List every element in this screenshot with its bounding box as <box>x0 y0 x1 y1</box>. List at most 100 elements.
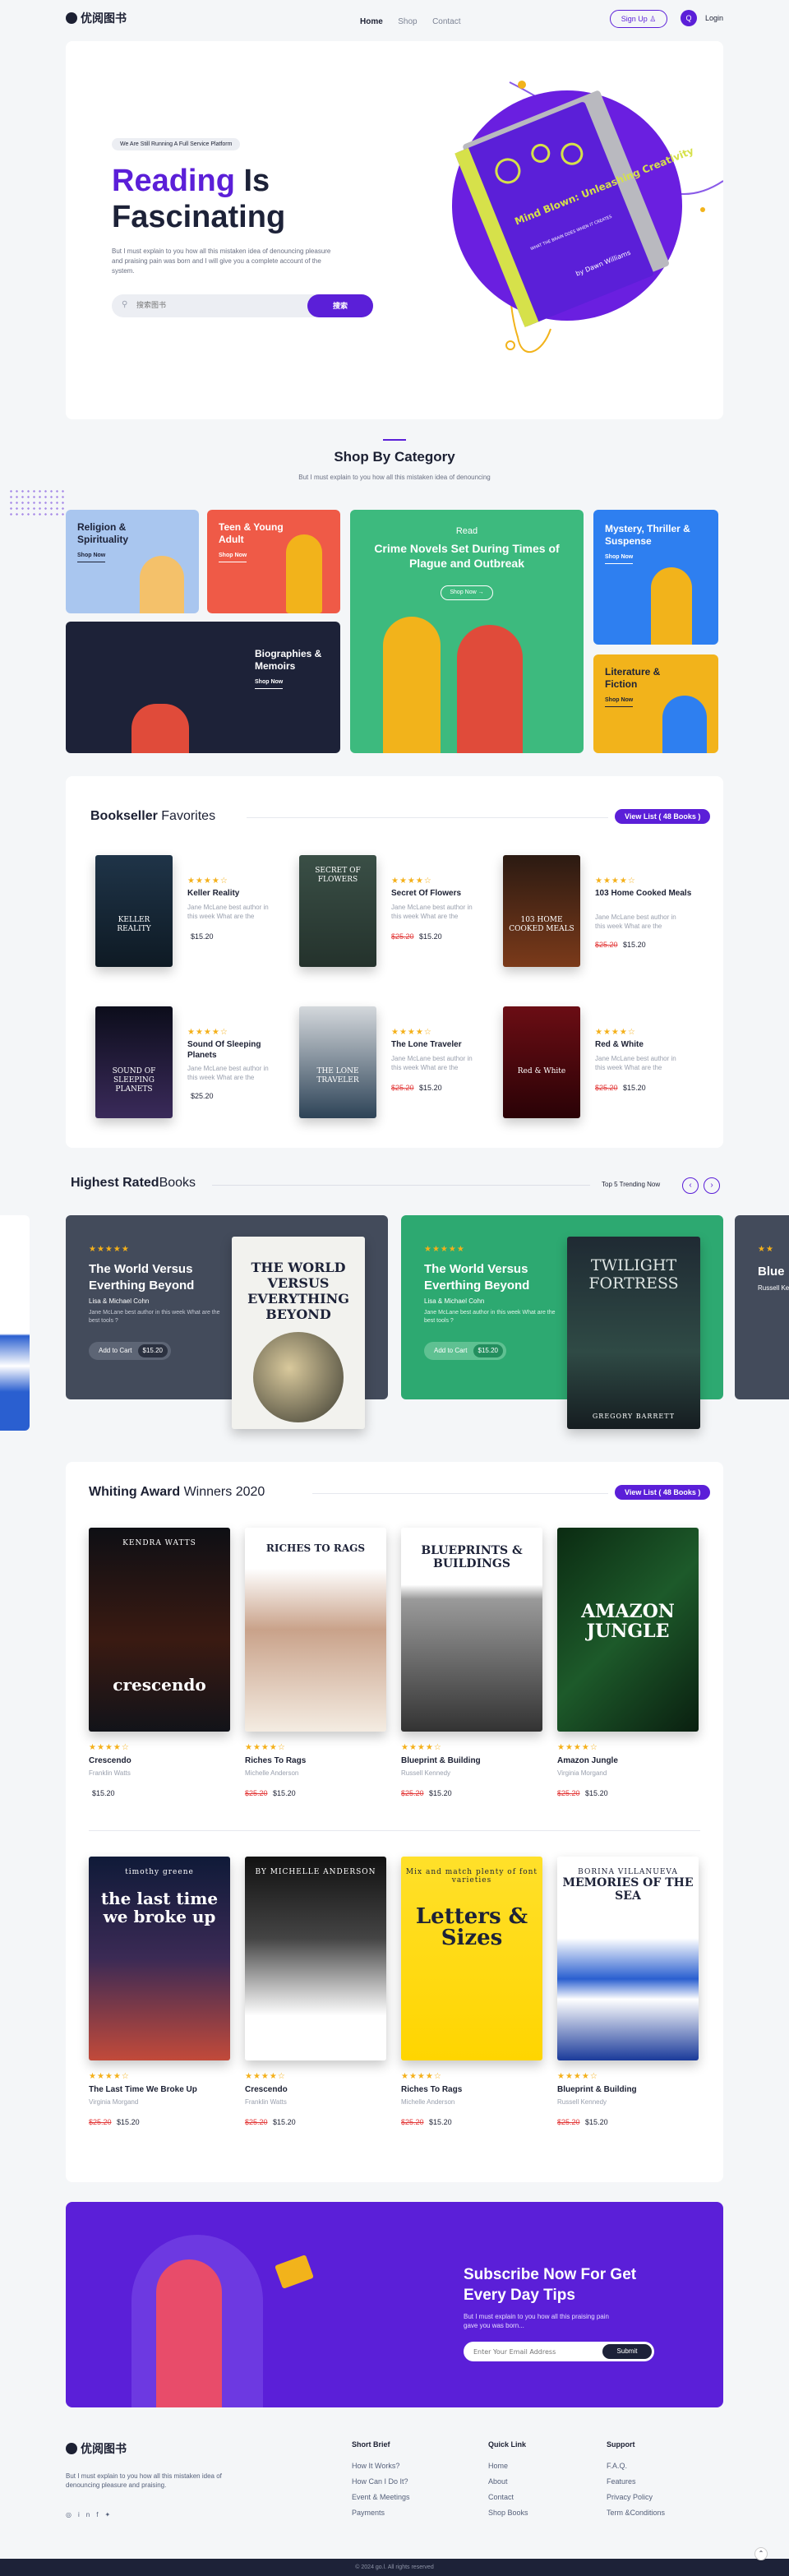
book-cover: RICHES TO RAGS <box>245 1528 386 1732</box>
cover-top: Mix and match plenty of font varieties <box>405 1868 538 1885</box>
footer-link[interactable]: How Can I Do It? <box>352 2477 459 2486</box>
book-desc: Jane McLane best author in this week Wha… <box>187 904 269 920</box>
category-biographies[interactable]: Biographies & Memoirs Shop Now <box>66 622 340 753</box>
footer-link[interactable]: About <box>488 2477 595 2486</box>
award-book-card[interactable]: BY MICHELLE ANDERSON CHIAROSCURO ★★★★☆ C… <box>245 1857 386 2153</box>
book-cover: THE LONE TRAVELER <box>299 1006 376 1118</box>
footer-link[interactable]: Privacy Policy <box>607 2493 713 2501</box>
award-book-card[interactable]: Mix and match plenty of font varieties L… <box>401 1857 542 2153</box>
book-title: Keller Reality <box>187 889 240 898</box>
old-price: $25.20 <box>391 1084 414 1092</box>
nav-shop[interactable]: Shop <box>398 17 417 26</box>
book-card[interactable]: 103 HOME COOKED MEALS ★★★★☆ 103 Home Coo… <box>503 855 697 970</box>
view-list-button[interactable]: View List ( 48 Books ) <box>615 1485 711 1500</box>
footer-link[interactable]: Event & Meetings <box>352 2493 459 2501</box>
carousel-edge-left <box>0 1215 30 1431</box>
footer-link[interactable]: Features <box>607 2477 713 2486</box>
shop-now-link[interactable]: Shop Now <box>605 551 634 564</box>
search-button[interactable]: 搜索 <box>307 294 373 317</box>
login-link[interactable]: Login <box>705 14 723 22</box>
book-author: Michelle Anderson <box>401 2098 455 2106</box>
brand-logo[interactable]: 优阅图书 <box>66 10 127 26</box>
subscribe-title: Subscribe Now For Get Every Day Tips <box>464 2266 637 2304</box>
current-price: $15.20 <box>623 1084 646 1092</box>
category-name: Biographies & Memoirs <box>255 648 322 672</box>
footer-logo[interactable]: 优阅图书 <box>66 2440 127 2457</box>
shop-now-link[interactable]: Shop Now <box>605 694 634 707</box>
book-title: Riches To Rags <box>245 1756 307 1765</box>
shop-now-link[interactable]: Shop Now <box>255 676 284 689</box>
category-crime[interactable]: Read Crime Novels Set During Times of Pl… <box>350 510 584 753</box>
cover-top: timothy greene <box>125 1868 194 1876</box>
submit-button[interactable]: Submit <box>602 2344 652 2359</box>
signup-button[interactable]: Sign Up ♙ <box>610 10 667 28</box>
footer-link[interactable]: Home <box>488 2462 595 2470</box>
subscribe-banner: Subscribe Now For Get Every Day Tips But… <box>66 2202 723 2407</box>
award-book-card[interactable]: RICHES TO RAGS ★★★★☆ Riches To Rags Mich… <box>245 1528 386 1824</box>
award-book-card[interactable]: BORINA VILLANUEVA MEMORIES OF THE SEA ★★… <box>557 1857 699 2153</box>
footer-link[interactable]: Contact <box>488 2493 595 2501</box>
category-literature[interactable]: Literature & Fiction Shop Now <box>593 654 718 753</box>
book-card[interactable]: THE LONE TRAVELER ★★★★☆ The Lone Travele… <box>299 1006 493 1122</box>
book-card[interactable]: KELLER REALITY ★★★★☆ Keller Reality Jane… <box>95 855 289 970</box>
carousel-next-button[interactable]: › <box>704 1177 720 1194</box>
book-price: $25.20 $15.20 <box>401 1789 452 1797</box>
footer-link[interactable]: Shop Books <box>488 2509 595 2517</box>
rating-stars: ★★★★☆ <box>401 2072 442 2081</box>
linkedin-icon[interactable]: in <box>78 2511 96 2518</box>
scroll-top-button[interactable]: ⌃ <box>754 2547 768 2560</box>
current-price: $15.20 <box>273 2118 296 2126</box>
nav-home[interactable]: Home <box>360 17 383 26</box>
add-to-cart-button[interactable]: Add to Cart $15.20 <box>424 1342 506 1360</box>
book-card[interactable]: SOUND OF SLEEPING PLANETS ★★★★☆ Sound Of… <box>95 1006 289 1122</box>
footer-link[interactable]: F.A.Q. <box>607 2462 713 2470</box>
footer-link[interactable]: Term &Conditions <box>607 2509 713 2517</box>
email-input[interactable] <box>473 2346 588 2357</box>
book-title: Blueprint & Building <box>401 1756 481 1765</box>
cover-title: RICHES TO RAGS <box>265 1542 366 1554</box>
cover-title: SECRET OF FLOWERS <box>315 867 361 884</box>
carousel-slide[interactable]: ★★★★★ The World Versus Everthing Beyond … <box>66 1215 388 1429</box>
category-mystery[interactable]: Mystery, Thriller & Suspense Shop Now <box>593 510 718 645</box>
hero-card: We Are Still Running A Full Service Plat… <box>66 41 723 419</box>
footer-column-heading: Quick Link <box>488 2440 527 2449</box>
current-price: $15.20 <box>585 1789 608 1797</box>
book-title: Blueprint & Building <box>557 2085 637 2094</box>
category-illustration <box>662 696 707 753</box>
book-desc: Jane McLane best author in this week Wha… <box>391 904 473 920</box>
book-author: Franklin Watts <box>89 1769 131 1777</box>
cover-globe <box>253 1332 344 1422</box>
category-name: Mystery, Thriller & Suspense <box>605 523 690 547</box>
book-price: $15.20 <box>187 932 214 941</box>
carousel-slide[interactable]: ★★★★★ The World Versus Everthing Beyond … <box>401 1215 723 1429</box>
shop-now-link[interactable]: Shop Now <box>77 549 106 562</box>
award-book-card[interactable]: BLUEPRINTS & BUILDINGS ★★★★☆ Blueprint &… <box>401 1528 542 1824</box>
category-religion[interactable]: Religion & Spirituality Shop Now <box>66 510 199 613</box>
carousel-slide-peek[interactable]: ★★ Blue Russell Ke <box>735 1215 789 1399</box>
twitter-icon[interactable]: ✦ <box>104 2511 117 2518</box>
instagram-icon[interactable]: ◎ <box>66 2511 78 2518</box>
shop-now-button[interactable]: Shop Now → <box>441 585 493 600</box>
avatar[interactable]: Q <box>681 10 697 26</box>
book-card[interactable]: Red & White ★★★★☆ Red & White Jane McLan… <box>503 1006 697 1122</box>
hero-title-rest: Fascinating <box>112 200 286 234</box>
book-title: The Last Time We Broke Up <box>89 2085 197 2094</box>
footer-link[interactable]: Payments <box>352 2509 459 2517</box>
add-to-cart-button[interactable]: Add to Cart $15.20 <box>89 1342 171 1360</box>
book-price: $25.20 $15.20 <box>595 941 646 949</box>
nav-contact[interactable]: Contact <box>432 17 460 26</box>
facebook-icon[interactable]: f <box>96 2511 104 2518</box>
book-card[interactable]: SECRET OF FLOWERS ★★★★☆ Secret Of Flower… <box>299 855 493 970</box>
award-book-card[interactable]: KENDRA WATTS crescendo ★★★★☆ Crescendo F… <box>89 1528 230 1824</box>
footer-link[interactable]: How It Works? <box>352 2462 459 2470</box>
shop-now-link[interactable]: Shop Now <box>219 549 247 562</box>
search-input[interactable] <box>136 299 276 312</box>
cover-title: the last time we broke up <box>100 1889 219 1926</box>
award-book-card[interactable]: timothy greene the last time we broke up… <box>89 1857 230 2153</box>
award-book-card[interactable]: AMAZON JUNGLE ★★★★☆ Amazon Jungle Virgin… <box>557 1528 699 1824</box>
view-list-button[interactable]: View List ( 48 Books ) <box>615 809 711 824</box>
category-name: Crime Novels Set During Times of Plague … <box>374 542 560 570</box>
book-author: Russell Kennedy <box>401 1769 451 1777</box>
category-teen[interactable]: Teen & Young Adult Shop Now <box>207 510 340 613</box>
carousel-prev-button[interactable]: ‹ <box>682 1177 699 1194</box>
